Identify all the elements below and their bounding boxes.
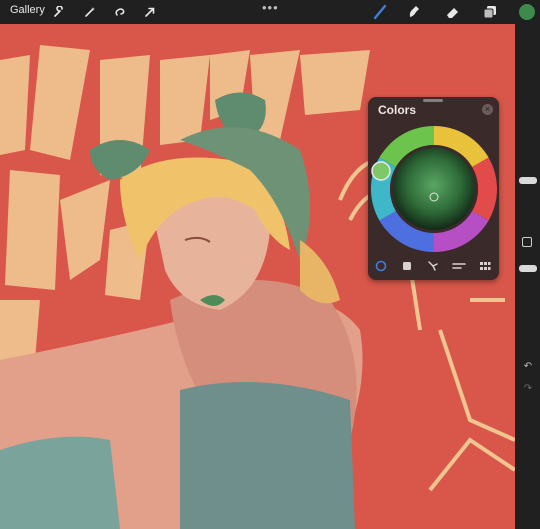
palettes-tab-icon[interactable] xyxy=(478,259,492,273)
colors-panel: Colors × xyxy=(368,97,499,280)
current-color-swatch[interactable] xyxy=(519,4,535,20)
redo-icon[interactable]: ↷ xyxy=(520,381,536,395)
selection-icon[interactable] xyxy=(111,3,129,21)
transform-arrow-icon[interactable] xyxy=(141,3,159,21)
brush-size-slider[interactable] xyxy=(519,177,537,184)
brush-icon[interactable] xyxy=(371,3,389,21)
panel-title: Colors xyxy=(378,103,417,117)
undo-icon[interactable]: ↶ xyxy=(520,359,536,373)
wrench-icon[interactable] xyxy=(50,3,68,21)
classic-tab-icon[interactable] xyxy=(400,259,414,273)
opacity-slider[interactable] xyxy=(519,265,537,272)
eraser-icon[interactable] xyxy=(444,3,462,21)
modify-button[interactable] xyxy=(522,237,532,247)
gallery-button[interactable]: Gallery xyxy=(10,4,45,16)
more-options-icon[interactable]: ••• xyxy=(262,0,279,15)
layers-icon[interactable] xyxy=(481,3,499,21)
close-icon[interactable]: × xyxy=(482,104,493,115)
smudge-icon[interactable] xyxy=(405,3,423,21)
harmony-tab-icon[interactable] xyxy=(426,259,440,273)
magic-wand-icon[interactable] xyxy=(81,3,99,21)
disc-tab-icon[interactable] xyxy=(374,259,388,273)
color-wheel[interactable] xyxy=(370,121,497,255)
top-toolbar: Gallery ••• xyxy=(0,0,540,24)
value-tab-icon[interactable] xyxy=(452,259,466,273)
side-toolbar xyxy=(515,24,540,529)
panel-drag-handle[interactable] xyxy=(423,99,443,102)
